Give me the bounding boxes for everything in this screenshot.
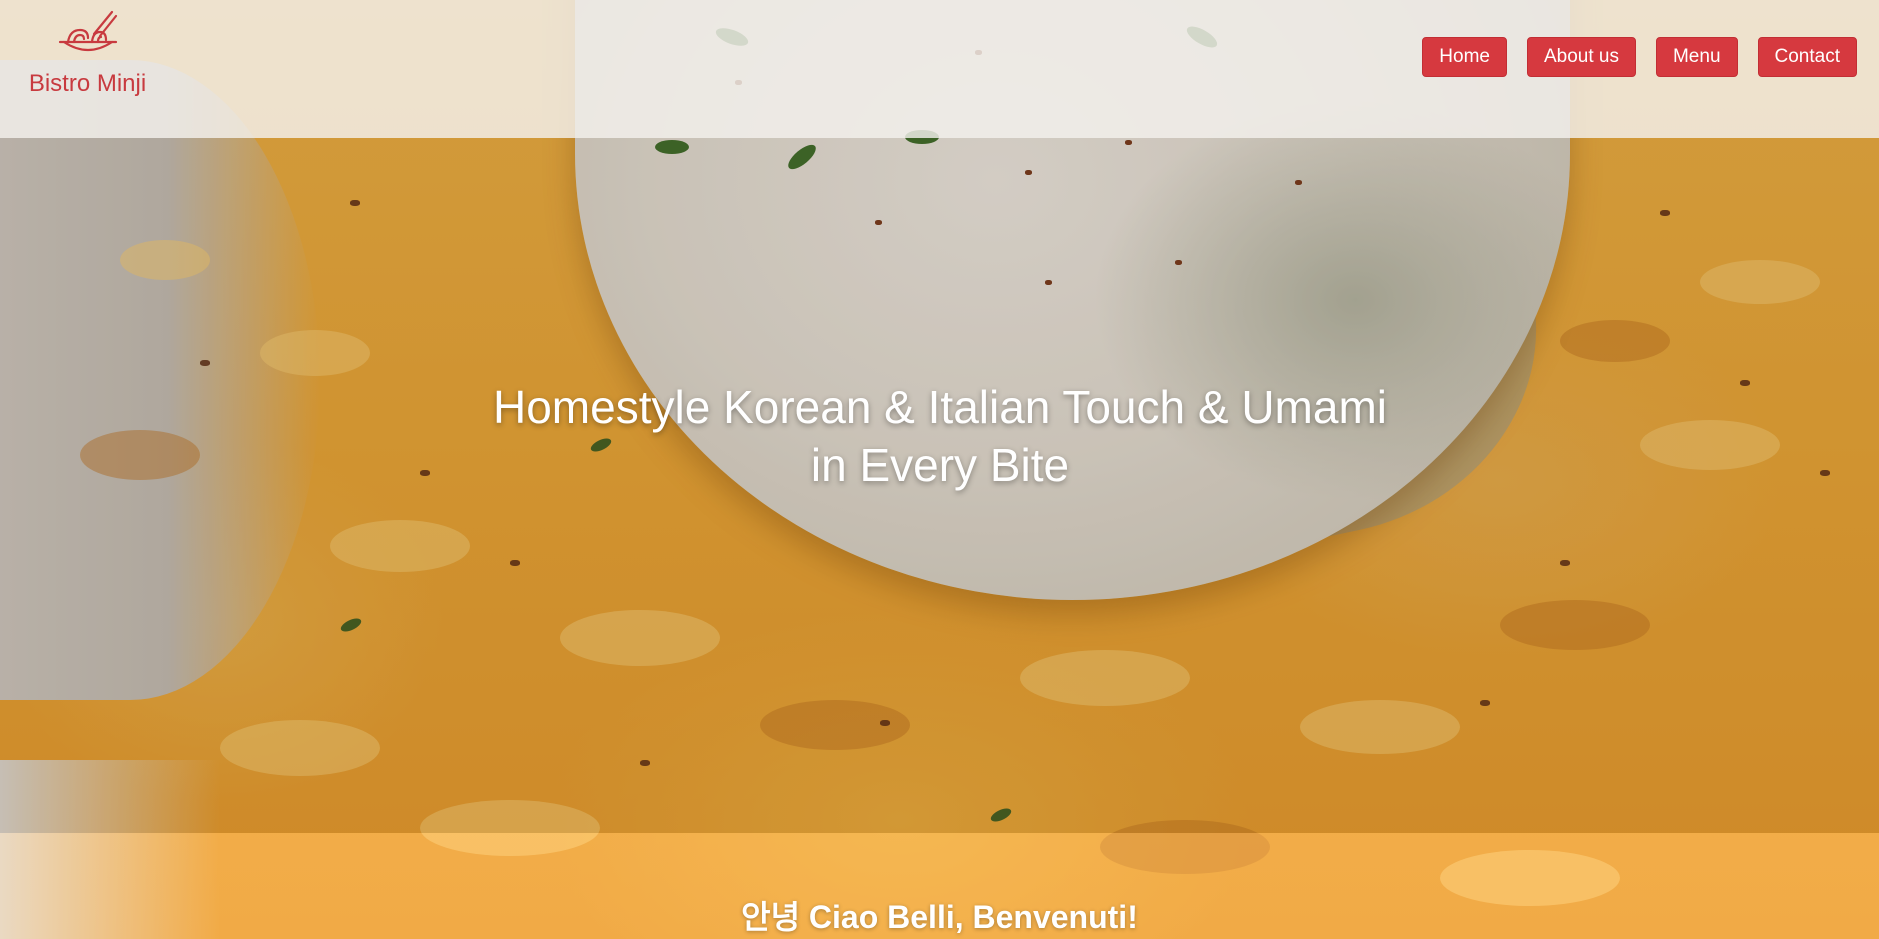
welcome-heading: 안녕 Ciao Belli, Benvenuti!	[741, 899, 1138, 935]
main-nav: Home About us Menu Contact	[1422, 37, 1857, 77]
page: Bistro Minji Home About us Menu Contact …	[0, 0, 1879, 939]
noodle-bowl-icon	[58, 10, 117, 52]
nav-contact-button[interactable]: Contact	[1757, 37, 1857, 77]
hero-heading-line-2: in Every Bite	[810, 439, 1070, 491]
hero-heading: Homestyle Korean & Italian Touch & Umami…	[440, 378, 1440, 494]
nav-menu-button[interactable]: Menu	[1655, 37, 1738, 77]
brand-name: Bistro Minji	[28, 70, 147, 97]
hero-heading-line-1: Homestyle Korean & Italian Touch & Umami	[493, 381, 1387, 433]
nav-home-button[interactable]: Home	[1422, 37, 1507, 77]
brand-logo[interactable]: Bistro Minji	[20, 8, 155, 98]
site-header: Bistro Minji Home About us Menu Contact	[0, 0, 1879, 138]
nav-about-us-button[interactable]: About us	[1526, 37, 1636, 77]
